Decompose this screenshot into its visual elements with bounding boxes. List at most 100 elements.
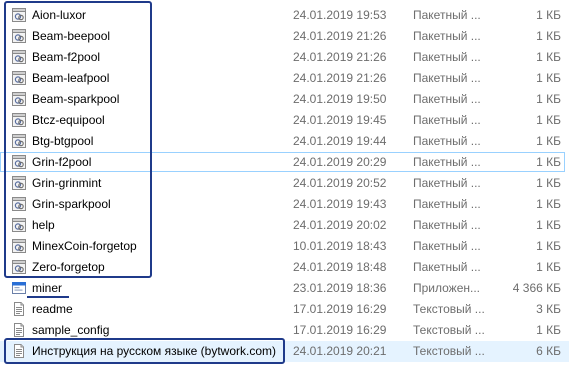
- file-date: 24.01.2019 20:02: [293, 218, 387, 232]
- file-size: 1 КБ: [536, 323, 561, 337]
- file-size: 1 КБ: [536, 134, 561, 148]
- file-name: Beam-sparkpool: [32, 92, 120, 106]
- file-date: 24.01.2019 19:45: [293, 113, 387, 127]
- file-date: 24.01.2019 19:43: [293, 197, 387, 211]
- file-name: Aion-luxor: [32, 8, 87, 22]
- file-date: 24.01.2019 21:26: [293, 29, 387, 43]
- batch-file-icon: [11, 70, 27, 86]
- file-name: Zero-forgetop: [32, 260, 105, 274]
- file-type: Пакетный ...: [413, 113, 481, 127]
- file-row[interactable]: Beam-sparkpool 24.01.2019 19:50 Пакетный .…: [0, 89, 569, 110]
- file-row[interactable]: help 24.01.2019 20:02 Пакетный ... 1 КБ: [0, 215, 569, 236]
- file-type: Пакетный ...: [413, 197, 481, 211]
- file-type: Текстовый ...: [413, 302, 485, 316]
- batch-file-icon: [11, 133, 27, 149]
- file-type: Пакетный ...: [413, 260, 481, 274]
- file-row[interactable]: Zero-forgetop 24.01.2019 18:48 Пакетный ..…: [0, 257, 569, 278]
- text-file-icon: [11, 301, 27, 317]
- file-name: sample_config: [32, 323, 110, 337]
- batch-file-icon: [11, 49, 27, 65]
- application-icon: [11, 280, 27, 296]
- file-date: 24.01.2019 19:50: [293, 92, 387, 106]
- file-name: Инструкция на русском языке (bytwork.com…: [32, 344, 276, 358]
- file-date: 24.01.2019 18:48: [293, 260, 387, 274]
- file-name: readme: [32, 302, 73, 316]
- file-type: Пакетный ...: [413, 218, 481, 232]
- file-date: 17.01.2019 16:29: [293, 302, 387, 316]
- file-name: Beam-leafpool: [32, 71, 110, 85]
- batch-file-icon: [11, 175, 27, 191]
- batch-file-icon: [11, 112, 27, 128]
- file-size: 1 КБ: [536, 218, 561, 232]
- file-type: Пакетный ...: [413, 71, 481, 85]
- file-row[interactable]: MinexCoin-forgetop 10.01.2019 18:43 Пакетн…: [0, 236, 569, 257]
- file-type: Приложен...: [413, 281, 481, 295]
- batch-file-icon: [11, 238, 27, 254]
- file-row[interactable]: Btg-btgpool 24.01.2019 19:44 Пакетный ... 1…: [0, 131, 569, 152]
- batch-file-icon: [11, 154, 27, 170]
- file-size: 1 КБ: [536, 260, 561, 274]
- file-date: 17.01.2019 16:29: [293, 323, 387, 337]
- file-size: 1 КБ: [536, 29, 561, 43]
- batch-file-icon: [11, 196, 27, 212]
- text-file-icon: [11, 322, 27, 338]
- file-type: Пакетный ...: [413, 155, 481, 169]
- file-type: Пакетный ...: [413, 92, 481, 106]
- file-row[interactable]: Grin-f2pool 24.01.2019 20:29 Пакетный ... 1…: [0, 152, 569, 173]
- file-size: 1 КБ: [536, 8, 561, 22]
- file-row[interactable]: readme 17.01.2019 16:29 Текстовый ... 3 КБ: [0, 299, 569, 320]
- file-date: 10.01.2019 18:43: [293, 239, 387, 253]
- file-size: 1 КБ: [536, 239, 561, 253]
- file-date: 24.01.2019 20:21: [293, 344, 387, 358]
- file-row[interactable]: Btcz-equipool 24.01.2019 19:45 Пакетный ..…: [0, 110, 569, 131]
- file-size: 1 КБ: [536, 197, 561, 211]
- file-size: 1 КБ: [536, 176, 561, 190]
- file-size: 1 КБ: [536, 50, 561, 64]
- file-name: Beam-beepool: [32, 29, 111, 43]
- file-name: Grin-f2pool: [32, 155, 92, 169]
- file-row[interactable]: Инструкция на русском языке (bytwork.com…: [0, 341, 569, 362]
- file-date: 24.01.2019 19:53: [293, 8, 387, 22]
- batch-file-icon: [11, 259, 27, 275]
- text-file-icon: [11, 343, 27, 359]
- file-size: 1 КБ: [536, 113, 561, 127]
- file-size: 1 КБ: [536, 92, 561, 106]
- file-date: 23.01.2019 18:36: [293, 281, 387, 295]
- file-name: help: [32, 218, 55, 232]
- file-name: Grin-grinmint: [32, 176, 102, 190]
- file-list: Aion-luxor 24.01.2019 19:53 Пакетный ... 1 …: [0, 0, 569, 369]
- file-size: 3 КБ: [536, 302, 561, 316]
- file-name: Beam-f2pool: [32, 50, 101, 64]
- batch-file-icon: [11, 7, 27, 23]
- file-row[interactable]: miner 23.01.2019 18:36 Приложен... 4 366 КБ: [0, 278, 569, 299]
- file-type: Текстовый ...: [413, 323, 485, 337]
- file-date: 24.01.2019 19:44: [293, 134, 387, 148]
- file-row[interactable]: Grin-grinmint 24.01.2019 20:52 Пакетный ..…: [0, 173, 569, 194]
- file-size: 6 КБ: [536, 344, 561, 358]
- file-type: Пакетный ...: [413, 29, 481, 43]
- file-row[interactable]: Beam-leafpool 24.01.2019 21:26 Пакетный ..…: [0, 68, 569, 89]
- file-date: 24.01.2019 20:29: [293, 155, 387, 169]
- file-type: Пакетный ...: [413, 176, 481, 190]
- file-name: Btg-btgpool: [32, 134, 94, 148]
- annotation-underline-miner: [27, 296, 69, 298]
- file-type: Пакетный ...: [413, 134, 481, 148]
- file-name: Btcz-equipool: [32, 113, 105, 127]
- file-row[interactable]: Grin-sparkpool 24.01.2019 19:43 Пакетный .…: [0, 194, 569, 215]
- batch-file-icon: [11, 28, 27, 44]
- file-row[interactable]: Beam-f2pool 24.01.2019 21:26 Пакетный ... 1…: [0, 47, 569, 68]
- file-date: 24.01.2019 20:52: [293, 176, 387, 190]
- file-type: Пакетный ...: [413, 8, 481, 22]
- file-date: 24.01.2019 21:26: [293, 50, 387, 64]
- file-type: Пакетный ...: [413, 50, 481, 64]
- file-name: MinexCoin-forgetop: [32, 239, 137, 253]
- file-size: 4 366 КБ: [512, 281, 561, 295]
- file-date: 24.01.2019 21:26: [293, 71, 387, 85]
- file-row[interactable]: sample_config 17.01.2019 16:29 Текстовый .…: [0, 320, 569, 341]
- file-type: Текстовый ...: [413, 344, 485, 358]
- file-row[interactable]: Beam-beepool 24.01.2019 21:26 Пакетный ...…: [0, 26, 569, 47]
- batch-file-icon: [11, 91, 27, 107]
- batch-file-icon: [11, 217, 27, 233]
- file-size: 1 КБ: [536, 155, 561, 169]
- file-row[interactable]: Aion-luxor 24.01.2019 19:53 Пакетный ... 1 …: [0, 5, 569, 26]
